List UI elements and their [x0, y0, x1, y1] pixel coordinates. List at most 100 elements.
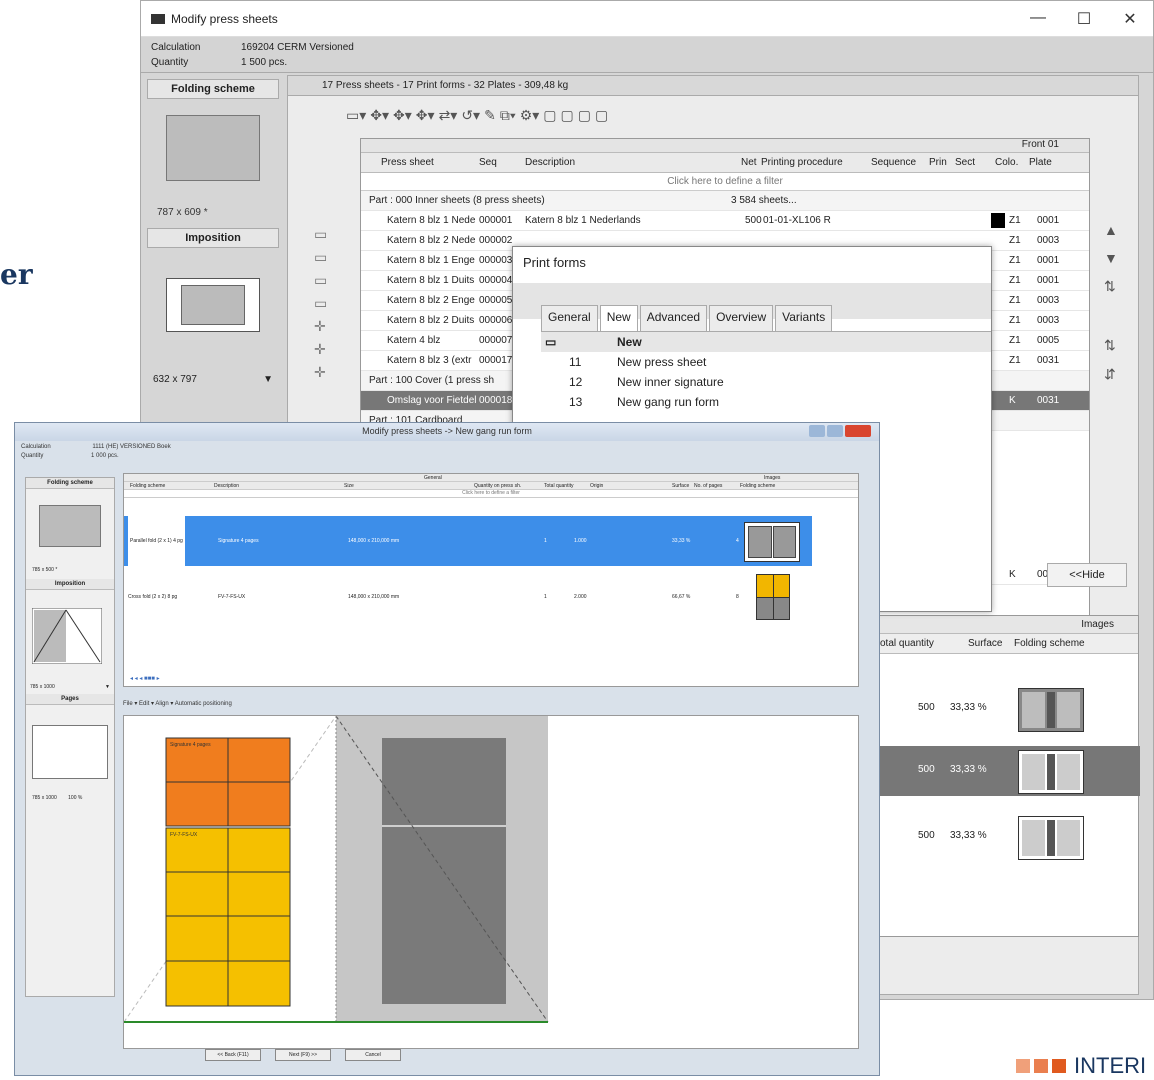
col-folding-scheme-image[interactable]: Folding scheme	[740, 483, 775, 489]
col-printing-procedure[interactable]: Printing procedure	[761, 157, 843, 168]
sort-icon[interactable]: ⇵	[1104, 366, 1118, 383]
seq-cell: 000004	[479, 275, 513, 286]
list-item-selected[interactable]: 500 33,33 %	[878, 746, 1140, 796]
list-item[interactable]: 11 New press sheet	[541, 352, 991, 372]
dropdown-value: 785 x 1000	[30, 684, 55, 690]
col-seq[interactable]: Seq	[479, 157, 497, 168]
list-item[interactable]: 500 33,33 %	[878, 812, 1140, 862]
table-row[interactable]: Cross fold (2 x 2) 8 pg FV-7-FS-UX 148,0…	[124, 572, 812, 622]
grid-navigator[interactable]: ◂ ◂ ◂ ■■■ ▸	[130, 675, 160, 682]
minimize-button[interactable]	[809, 425, 825, 437]
col-origin[interactable]: Origin	[590, 483, 603, 489]
hierarchy-icon[interactable]: ⧉▾	[500, 107, 516, 124]
page-icon[interactable]: ▢	[543, 107, 556, 124]
pencil-icon[interactable]: ✎	[484, 107, 496, 124]
col-total-quantity[interactable]: otal quantity	[880, 638, 934, 649]
color-cell: K	[1009, 569, 1016, 580]
settings-icon[interactable]: ⚙▾	[520, 107, 540, 124]
surface-cell: 66,67 %	[672, 594, 691, 600]
brand-square	[1016, 1059, 1030, 1073]
plate-cell: 0001	[1037, 275, 1060, 286]
tab-general[interactable]: General	[541, 305, 598, 331]
undo-icon[interactable]: ↺▾	[461, 107, 480, 124]
col-plate[interactable]: Plate	[1029, 157, 1052, 168]
col-color[interactable]: Colo.	[995, 157, 1018, 168]
table-row[interactable]: Part : 000 Inner sheets (8 press sheets)…	[361, 191, 1089, 211]
sheet-icon[interactable]: ▭	[314, 295, 327, 312]
color-swatch	[991, 213, 1005, 228]
cancel-button[interactable]: Cancel	[345, 1049, 401, 1061]
tab-advanced[interactable]: Advanced	[639, 305, 708, 331]
col-description[interactable]: Description	[525, 157, 575, 168]
table-filter[interactable]: Click here to define a filter	[361, 173, 1089, 191]
surface-cell: 33,33 %	[950, 702, 987, 713]
sheet-icon[interactable]: ▭	[314, 249, 327, 266]
imposition-dropdown[interactable]: 632 x 797 ▼	[147, 374, 279, 385]
tab-overview[interactable]: Overview	[709, 305, 774, 331]
col-print[interactable]: Prin	[929, 157, 947, 168]
col-total-quantity[interactable]: Total quantity	[544, 483, 573, 489]
close-button[interactable]	[845, 425, 871, 437]
file-menu[interactable]: File	[123, 701, 133, 707]
add-icon[interactable]: ✥▾	[370, 107, 389, 124]
tab-new[interactable]: New	[599, 305, 638, 331]
col-surface[interactable]: Surface	[968, 638, 1002, 649]
grid-filter[interactable]: Click here to define a filter	[124, 490, 858, 498]
folding-scheme-thumbnail[interactable]	[166, 115, 260, 181]
minimize-button[interactable]: —	[1015, 9, 1061, 29]
page-icon[interactable]: ▢	[561, 107, 574, 124]
part-label: Part : 000 Inner sheets (8 press sheets)	[369, 195, 545, 206]
move-up-icon[interactable]: ▲	[1104, 222, 1118, 238]
add-multiple-icon[interactable]: ✥▾	[393, 107, 412, 124]
col-sect[interactable]: Sect	[955, 157, 975, 168]
automatic-positioning-button[interactable]: Automatic positioning	[175, 701, 232, 707]
close-button[interactable]: ✕	[1107, 9, 1153, 29]
list-item[interactable]: 500 33,33 %	[878, 684, 1140, 734]
col-sequence[interactable]: Sequence	[871, 157, 916, 168]
transfer-icon[interactable]: ⇄▾	[439, 107, 458, 124]
sheet-icon[interactable]: ▭	[314, 226, 327, 243]
plate-cell: 0003	[1037, 295, 1060, 306]
seq-cell: 000003	[479, 255, 513, 266]
col-folding-scheme[interactable]: Folding scheme	[1014, 638, 1085, 649]
col-net[interactable]: Net	[741, 157, 757, 168]
col-folding-scheme[interactable]: Folding scheme	[130, 483, 165, 489]
add-icon[interactable]: ✛	[314, 364, 327, 381]
next-button[interactable]: Next (F9) >>	[275, 1049, 331, 1061]
table-row-selected[interactable]: Parallel fold (2 x 1) 4 pg Signature 4 p…	[124, 516, 812, 566]
plate-cell: 0031	[1037, 355, 1060, 366]
sort-desc-icon[interactable]: ⇅	[1104, 337, 1118, 354]
align-menu[interactable]: Align	[155, 701, 168, 707]
maximize-button[interactable]: ☐	[1061, 9, 1107, 29]
imposition-thumbnail[interactable]	[166, 278, 260, 332]
edit-icon[interactable]: ✥▾	[416, 107, 435, 124]
col-quantity-on-press-sheet[interactable]: Quantity on press sh.	[474, 483, 521, 489]
page-icon[interactable]: ▢	[595, 107, 608, 124]
add-icon[interactable]: ✛	[314, 341, 327, 358]
list-item[interactable]: 13 New gang run form	[541, 392, 991, 412]
col-no-of-pages[interactable]: No. of pages	[694, 483, 722, 489]
sheet-icon[interactable]: ▭	[314, 272, 327, 289]
hide-button[interactable]: <<Hide	[1047, 563, 1127, 587]
new-sheet-icon[interactable]: ▭▾	[346, 107, 366, 124]
window-titlebar: Modify press sheets — ☐ ✕	[141, 1, 1153, 37]
edit-menu[interactable]: Edit	[139, 701, 149, 707]
col-description[interactable]: Description	[214, 483, 239, 489]
folding-scheme-thumbnail[interactable]	[39, 505, 101, 547]
col-size[interactable]: Size	[344, 483, 354, 489]
move-down-icon[interactable]: ▼	[1104, 250, 1118, 266]
imposition-thumbnail[interactable]	[32, 608, 102, 664]
tab-variants[interactable]: Variants	[775, 305, 833, 331]
pages-thumbnail[interactable]	[32, 725, 108, 779]
sort-asc-icon[interactable]: ⇅	[1104, 278, 1118, 295]
imposition-dropdown[interactable]: 785 x 1000 ▼	[26, 684, 114, 690]
back-button[interactable]: << Back (F11)	[205, 1049, 261, 1061]
col-surface[interactable]: Surface	[672, 483, 689, 489]
page-icon[interactable]: ▢	[578, 107, 591, 124]
imposition-canvas[interactable]: Signature 4 pages FV-7-FS-UX	[123, 715, 859, 1049]
maximize-button[interactable]	[827, 425, 843, 437]
add-icon[interactable]: ✛	[314, 318, 327, 335]
list-item[interactable]: 12 New inner signature	[541, 372, 991, 392]
table-row[interactable]: Katern 8 blz 1 Nede 000001 Katern 8 blz …	[361, 211, 1089, 231]
col-press-sheet[interactable]: Press sheet	[381, 157, 434, 168]
